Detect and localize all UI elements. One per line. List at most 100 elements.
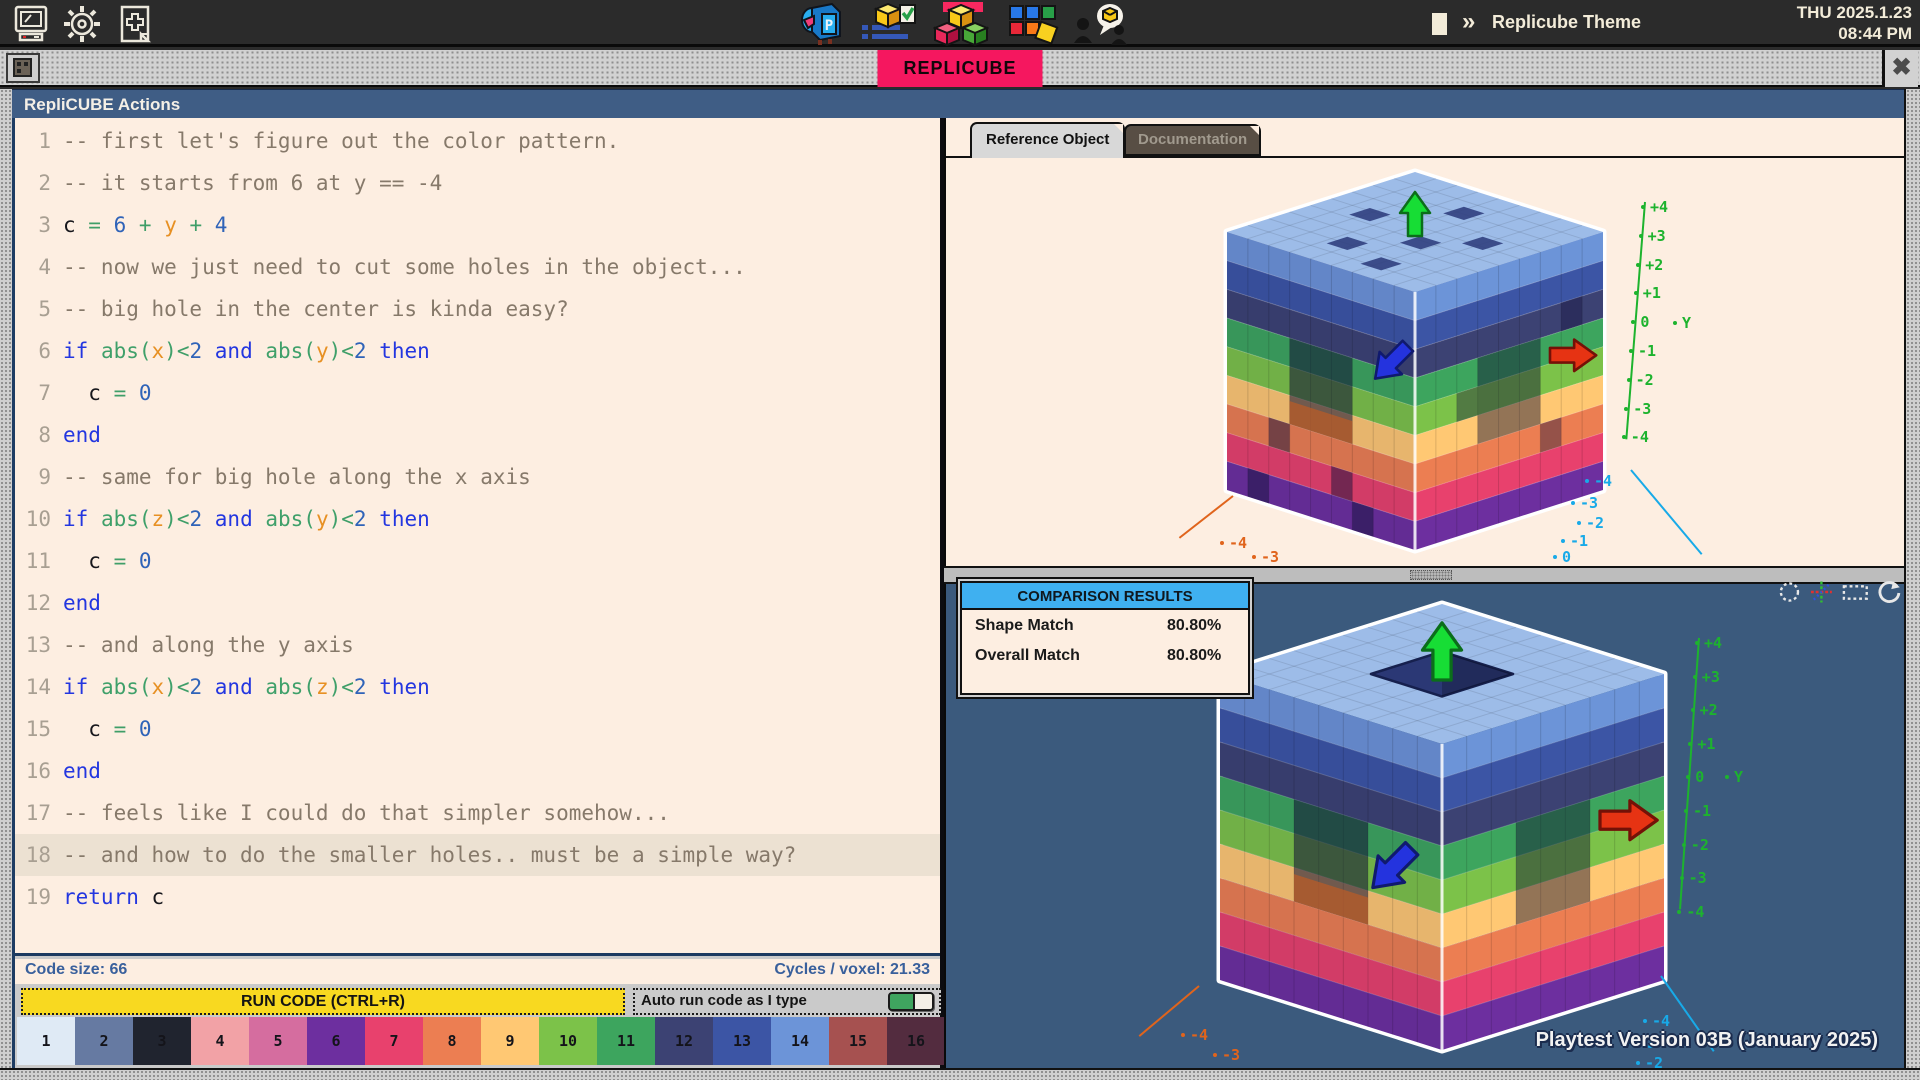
code-token: ) [329,339,342,363]
code-token: if [63,339,101,363]
palette-cell-14[interactable]: 14 [771,1017,829,1065]
palette-cell-12[interactable]: 12 [655,1017,713,1065]
palette-cell-3[interactable]: 3 [133,1017,191,1065]
axes-icon[interactable] [1810,580,1833,604]
code-token: return [63,885,152,909]
tasks-cube-icon[interactable] [860,3,916,45]
gear-icon[interactable] [62,4,102,44]
autorun-toggle[interactable] [888,992,934,1011]
code-line[interactable]: 7 c = 0 [15,372,940,414]
code-editor[interactable]: 1-- first let's figure out the color pat… [15,118,940,956]
code-line[interactable]: 8end [15,414,940,456]
line-number: 15 [15,708,51,750]
axis-tick: +3 [1702,668,1720,686]
axis-tick: 0 [1562,548,1571,566]
rotate-view-icon[interactable] [1877,579,1902,605]
divider-handle[interactable] [1410,570,1452,580]
axis-tick: -3 [1633,400,1651,418]
screen: P [0,0,1920,1080]
palette-cell-2[interactable]: 2 [75,1017,133,1065]
code-token: 0 [139,549,152,573]
code-token: z [152,507,165,531]
line-number: 6 [15,330,51,372]
mailbox-icon[interactable]: P [798,2,844,46]
code-line[interactable]: 1-- first let's figure out the color pat… [15,120,940,162]
circle-select-icon[interactable] [1778,580,1801,604]
close-button[interactable]: ✖ [1882,50,1918,87]
code-line[interactable]: 16end [15,750,940,792]
code-line[interactable]: 9-- same for big hole along the x axis [15,456,940,498]
code-token: -- and how to do the smaller holes.. mus… [63,843,796,867]
palette-cell-13[interactable]: 13 [713,1017,771,1065]
clock: THU 2025.1.23 08:44 PM [1797,2,1912,44]
palette-cell-8[interactable]: 8 [423,1017,481,1065]
code-line[interactable]: 11 c = 0 [15,540,940,582]
computer-icon[interactable] [14,5,48,43]
theme-status-icon [1432,13,1447,35]
line-number: 16 [15,750,51,792]
viewport-toolbar [1778,577,1902,607]
bottom-scroll-edge[interactable] [0,1068,1920,1080]
code-token: if [63,675,101,699]
code-token: = [114,717,139,741]
axis-tick: -4 [1631,428,1649,446]
axis-tick: -3 [1261,548,1279,566]
axis-tick: +4 [1704,634,1722,652]
code-line[interactable]: 10if abs(z)<2 and abs(y)<2 then [15,498,940,540]
palette-cell-15[interactable]: 15 [829,1017,887,1065]
code-line[interactable]: 17-- feels like I could do that simpler … [15,792,940,834]
palette-cell-4[interactable]: 4 [191,1017,249,1065]
comparison-title: COMPARISON RESULTS [962,583,1248,610]
theme-label[interactable]: Replicube Theme [1492,12,1641,33]
code-token: then [379,675,430,699]
code-line[interactable]: 4-- now we just need to cut some holes i… [15,246,940,288]
line-number: 3 [15,204,51,246]
palette-cell-5[interactable]: 5 [249,1017,307,1065]
autorun-label: Auto run code as I type [641,992,807,1009]
comparison-row: Shape Match80.80% [962,610,1248,640]
code-line[interactable]: 6if abs(x)<2 and abs(y)<2 then [15,330,940,372]
line-number: 19 [15,876,51,918]
code-token: y [164,213,189,237]
color-grid-icon[interactable] [1008,4,1060,44]
code-token: 2 [354,339,379,363]
version-label: Playtest Version 03B (January 2025) [1536,1029,1878,1052]
code-line[interactable]: 2-- it starts from 6 at y == -4 [15,162,940,204]
app-icon[interactable] [6,53,40,83]
box-select-icon[interactable] [1842,580,1869,604]
code-line[interactable]: 13-- and along the y axis [15,624,940,666]
palette-cell-9[interactable]: 9 [481,1017,539,1065]
tab-documentation[interactable]: Documentation [1124,124,1261,156]
code-line[interactable]: 15 c = 0 [15,708,940,750]
code-line[interactable]: 19return c [15,876,940,918]
comparison-results: COMPARISON RESULTS Shape Match80.80%Over… [956,577,1254,699]
palette-cell-16[interactable]: 16 [887,1017,945,1065]
code-token: -- big hole in the center is kinda easy? [63,297,569,321]
palette-cell-11[interactable]: 11 [597,1017,655,1065]
palette-cell-1[interactable]: 1 [17,1017,75,1065]
new-file-icon[interactable] [118,5,152,43]
code-line[interactable]: 3c = 6 + y + 4 [15,204,940,246]
window-titlebar[interactable]: REPLICUBE ✖ [0,50,1920,87]
right-scroll-edge[interactable] [1904,89,1920,1068]
code-token: 2 [189,507,214,531]
run-code-button[interactable]: RUN CODE (CTRL+R) [21,988,625,1015]
code-line[interactable]: 12end [15,582,940,624]
code-line[interactable]: 18-- and how to do the smaller holes.. m… [15,834,940,876]
code-token: < [177,339,190,363]
palette-cell-10[interactable]: 10 [539,1017,597,1065]
cubes-icon[interactable] [933,2,989,46]
comparison-label: Shape Match [975,617,1074,635]
code-token: abs( [265,507,316,531]
code-line[interactable]: 5-- big hole in the center is kinda easy… [15,288,940,330]
palette-cell-6[interactable]: 6 [307,1017,365,1065]
tab-reference-object[interactable]: Reference Object [970,122,1125,158]
chat-cube-icon[interactable] [1072,3,1128,45]
reference-panel[interactable]: Reference ObjectDocumentation +4+3+2+10-… [944,118,1904,566]
code-token: 0 [139,717,152,741]
code-line[interactable]: 14if abs(x)<2 and abs(z)<2 then [15,666,940,708]
code-token: < [341,675,354,699]
axis-tick: -3 [1222,1046,1240,1064]
code-token: then [379,507,430,531]
palette-cell-7[interactable]: 7 [365,1017,423,1065]
